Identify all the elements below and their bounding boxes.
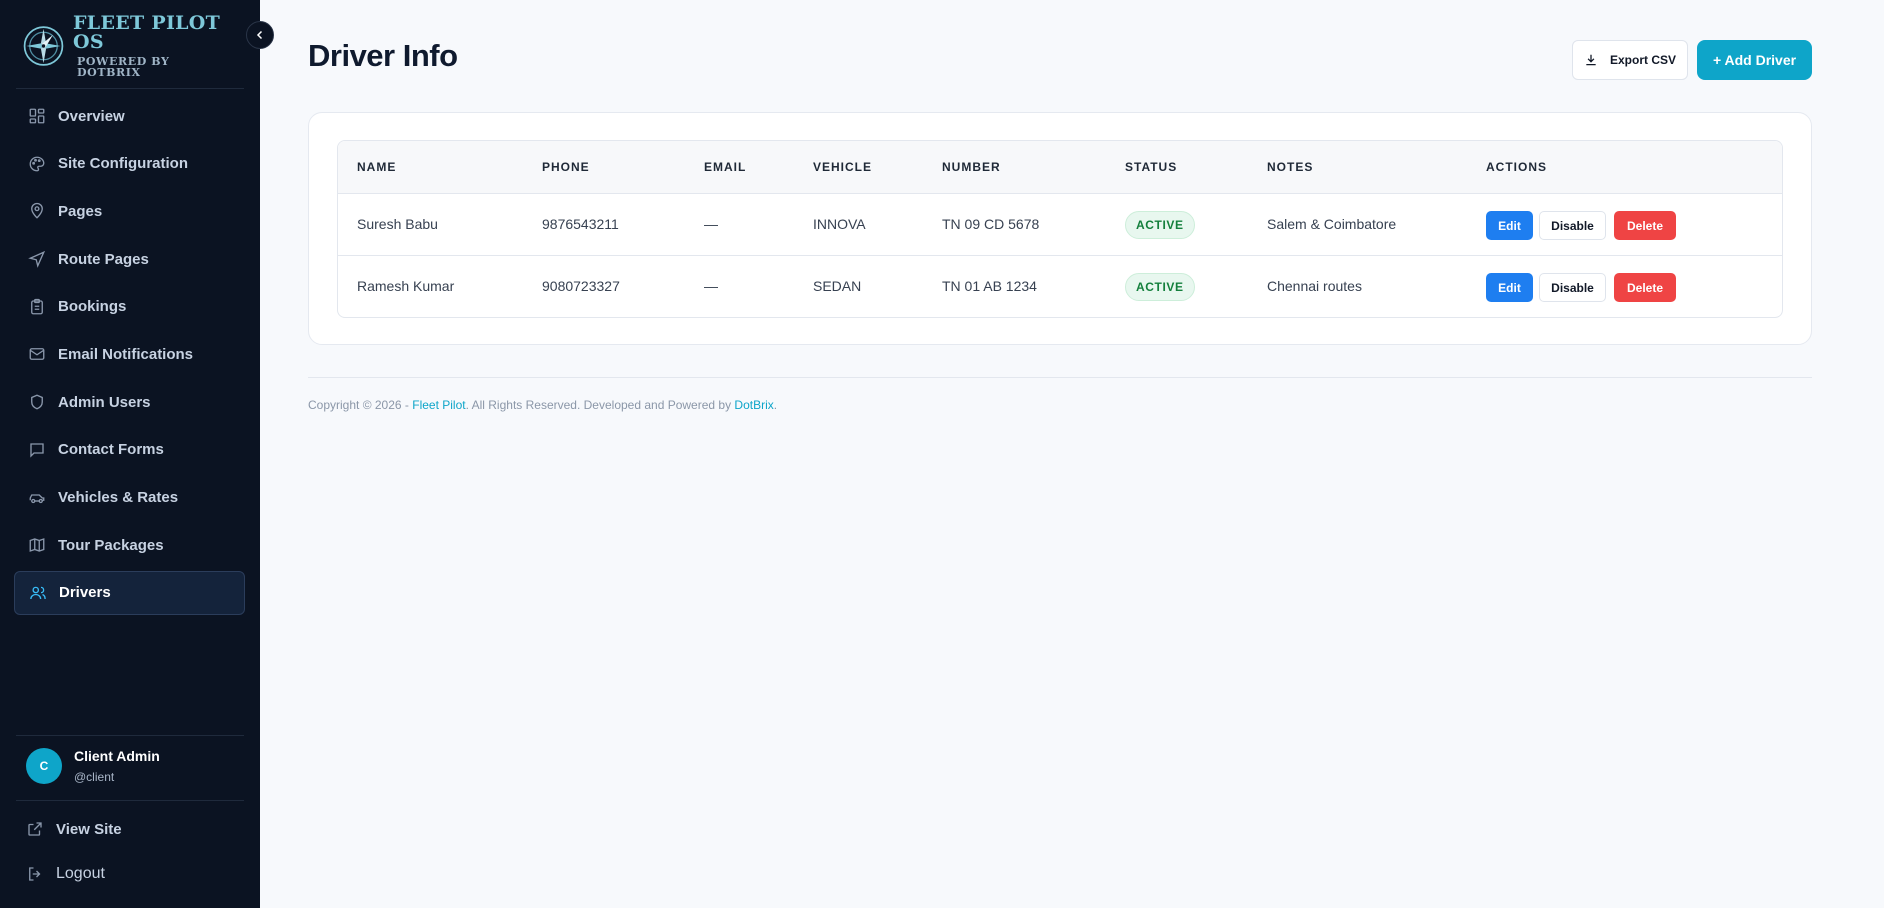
avatar: C: [26, 748, 62, 784]
driver-phone: 9876543211: [542, 216, 619, 232]
brand-title: FLEET PILOT OS: [73, 12, 221, 53]
view-site-label: View Site: [56, 820, 122, 838]
view-site-link[interactable]: View Site: [26, 820, 122, 838]
footer-prefix: Copyright © 2026 -: [308, 398, 413, 412]
footer: Copyright © 2026 - Fleet Pilot. All Righ…: [308, 398, 777, 412]
sidebar-item-email-notifications[interactable]: Email Notifications: [14, 332, 245, 376]
user-name: Client Admin: [74, 748, 160, 764]
footer-middle: . All Rights Reserved. Developed and Pow…: [465, 398, 735, 412]
user-profile[interactable]: C Client Admin @client: [26, 748, 160, 784]
sidebar-item-admin-users[interactable]: Admin Users: [14, 380, 245, 424]
table-header: NAME PHONE EMAIL VEHICLE NUMBER STATUS N…: [338, 141, 1782, 194]
driver-name: Suresh Babu: [357, 216, 438, 232]
column-header-vehicle: VEHICLE: [813, 160, 873, 174]
map-icon: [29, 538, 45, 553]
users-icon: [30, 586, 46, 599]
driver-email: —: [704, 278, 718, 294]
map-pin-icon: [31, 203, 43, 220]
download-icon: [1586, 54, 1596, 66]
divider: [16, 800, 244, 801]
sidebar-item-label: Admin Users: [58, 393, 151, 411]
driver-number: TN 09 CD 5678: [942, 216, 1040, 232]
sidebar-item-label: Site Configuration: [58, 155, 188, 173]
driver-notes: Salem & Coimbatore: [1267, 216, 1397, 232]
sidebar-item-label: Bookings: [58, 298, 127, 316]
sidebar-item-site-configuration[interactable]: Site Configuration: [14, 142, 245, 186]
divider: [16, 88, 244, 89]
driver-name: Ramesh Kumar: [357, 278, 455, 294]
disable-button[interactable]: Disable: [1539, 273, 1606, 302]
column-header-actions: ACTIONS: [1486, 160, 1547, 174]
sidebar-item-route-pages[interactable]: Route Pages: [14, 237, 245, 281]
column-header-number: NUMBER: [942, 160, 1001, 174]
sidebar-item-vehicles-rates[interactable]: Vehicles & Rates: [14, 476, 245, 520]
logout-link[interactable]: Logout: [26, 865, 105, 883]
logout-label: Logout: [56, 865, 105, 882]
car-icon: [29, 493, 45, 503]
sidebar-item-drivers[interactable]: Drivers: [14, 570, 245, 615]
sidebar-item-bookings[interactable]: Bookings: [14, 285, 245, 329]
delete-button[interactable]: Delete: [1614, 273, 1676, 302]
grid-icon: [29, 108, 45, 124]
palette-icon: [29, 156, 45, 172]
export-csv-label: Export CSV: [1609, 53, 1676, 67]
message-icon: [30, 443, 44, 458]
column-header-email: EMAIL: [704, 160, 747, 174]
drivers-table: NAME PHONE EMAIL VEHICLE NUMBER STATUS N…: [337, 140, 1783, 318]
brand[interactable]: FLEET PILOT OS POWERED BY DOTBRIX: [22, 14, 232, 78]
table-row: Suresh Babu 9876543211 — INNOVA TN 09 CD…: [338, 194, 1782, 256]
status-badge: ACTIVE: [1125, 211, 1195, 239]
sidebar-item-contact-forms[interactable]: Contact Forms: [14, 428, 245, 472]
sidebar-item-label: Pages: [58, 202, 103, 220]
drivers-card: NAME PHONE EMAIL VEHICLE NUMBER STATUS N…: [308, 112, 1812, 345]
disable-button[interactable]: Disable: [1539, 211, 1606, 240]
export-csv-button[interactable]: Export CSV: [1572, 40, 1688, 80]
external-link-icon: [28, 822, 42, 836]
chevron-left-icon: [256, 30, 263, 40]
dotbrix-link[interactable]: DotBrix: [734, 398, 773, 412]
sidebar-item-tour-packages[interactable]: Tour Packages: [14, 523, 245, 567]
column-header-status: STATUS: [1125, 160, 1178, 174]
sidebar-item-pages[interactable]: Pages: [14, 189, 245, 233]
sidebar-item-label: Route Pages: [58, 250, 149, 268]
footer-divider: [308, 377, 1812, 378]
add-driver-button[interactable]: + Add Driver: [1697, 40, 1812, 80]
table-row: Ramesh Kumar 9080723327 — SEDAN TN 01 AB…: [338, 256, 1782, 317]
mail-icon: [29, 348, 45, 361]
logout-icon: [29, 867, 41, 881]
edit-button[interactable]: Edit: [1486, 273, 1533, 302]
sidebar-nav: Overview Site Configuration Pages Route …: [14, 94, 245, 619]
sidebar-item-label: Overview: [58, 107, 125, 125]
driver-number: TN 01 AB 1234: [942, 278, 1037, 294]
driver-vehicle: SEDAN: [813, 278, 862, 294]
status-badge: ACTIVE: [1125, 273, 1195, 301]
column-header-name: NAME: [357, 160, 397, 174]
sidebar-item-label: Drivers: [59, 584, 111, 602]
column-header-notes: NOTES: [1267, 160, 1314, 174]
delete-button[interactable]: Delete: [1614, 211, 1676, 240]
fleet-pilot-link[interactable]: Fleet Pilot: [412, 398, 465, 412]
column-header-phone: PHONE: [542, 160, 590, 174]
compass-logo-icon: [23, 26, 64, 66]
divider: [16, 735, 244, 736]
footer-suffix: .: [773, 398, 778, 412]
sidebar-item-label: Vehicles & Rates: [58, 489, 179, 506]
sidebar-item-label: Tour Packages: [58, 536, 164, 554]
sidebar: FLEET PILOT OS POWERED BY DOTBRIX Overvi…: [0, 0, 260, 908]
page-title: Driver Info: [308, 38, 458, 73]
driver-email: —: [704, 216, 718, 232]
collapse-sidebar-button[interactable]: [246, 21, 274, 49]
driver-notes: Chennai routes: [1267, 278, 1362, 294]
driver-phone: 9080723327: [542, 278, 620, 294]
shield-icon: [31, 394, 43, 410]
sidebar-item-overview[interactable]: Overview: [14, 94, 245, 138]
user-handle: @client: [74, 770, 115, 784]
sidebar-item-label: Contact Forms: [58, 441, 164, 459]
sidebar-item-label: Email Notifications: [58, 345, 194, 363]
driver-vehicle: INNOVA: [813, 216, 866, 232]
edit-button[interactable]: Edit: [1486, 211, 1533, 240]
brand-subtitle: POWERED BY DOTBRIX: [77, 55, 170, 79]
navigation-icon: [28, 250, 46, 268]
clipboard-icon: [31, 298, 43, 315]
